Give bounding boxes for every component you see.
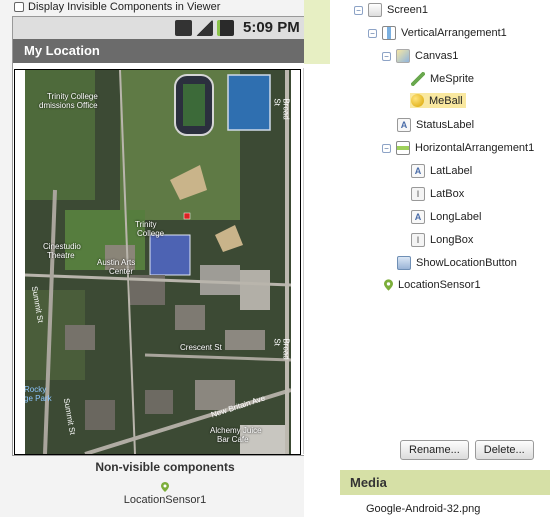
tree-item-horizontalarrangement1[interactable]: − HorizontalArrangement1: [382, 141, 534, 155]
label-icon: A: [397, 118, 411, 132]
phone-preview: 5:09 PM My Location Trinity College dmis…: [12, 16, 317, 456]
map-label: Rocky: [25, 385, 47, 394]
components-tree: − Screen1 − VerticalArrangement1 − Canva…: [340, 0, 550, 466]
delete-button[interactable]: Delete...: [474, 440, 534, 460]
status-time: 5:09 PM: [243, 19, 300, 36]
display-invisible-label: Display Invisible Components in Viewer: [28, 1, 221, 13]
nonvisible-components-title: Non-visible components: [95, 460, 235, 474]
map-label: dmissions Office: [39, 101, 98, 110]
tree-item-label: LatLabel: [430, 165, 473, 177]
ball-icon: [411, 94, 424, 107]
tree-actions: Rename... Delete...: [400, 440, 534, 460]
tree-item-verticalarrangement1[interactable]: − VerticalArrangement1: [368, 26, 507, 40]
tree-item-label: Screen1: [387, 4, 428, 16]
tree-item-screen1[interactable]: − Screen1: [354, 3, 428, 17]
map-background-image: Trinity College dmissions Office Trinity…: [25, 70, 291, 454]
collapse-toggle[interactable]: −: [382, 51, 391, 61]
signal-icon: [196, 20, 213, 36]
viewer-side-strip: [304, 0, 330, 517]
tree-item-longbox[interactable]: I LongBox: [411, 233, 473, 247]
nonvisible-location-sensor[interactable]: LocationSensor1: [0, 482, 330, 506]
textbox-icon: I: [411, 233, 425, 247]
collapse-toggle[interactable]: −: [382, 143, 391, 153]
tree-item-latlabel[interactable]: A LatLabel: [411, 164, 472, 178]
tree-item-label: HorizontalArrangement1: [415, 142, 535, 154]
media-file-item[interactable]: Google-Android-32.png: [366, 503, 480, 515]
viewer-panel: Display Invisible Components in Viewer 5…: [0, 0, 330, 517]
map-label: Trinity: [135, 220, 157, 229]
screen-title: My Location: [13, 39, 304, 63]
map-label: Alchemy Juice: [210, 426, 262, 435]
map-label: Trinity College: [47, 92, 98, 101]
tree-item-label: MeBall: [429, 94, 463, 107]
display-invisible-toggle[interactable]: Display Invisible Components in Viewer: [14, 1, 220, 13]
tree-item-meball[interactable]: MeBall: [410, 93, 466, 108]
map-label: Cinestudio: [43, 242, 81, 251]
map-label: ge Park: [25, 394, 52, 403]
media-header: Media: [340, 470, 550, 495]
nonvisible-item-label: LocationSensor1: [123, 494, 207, 506]
tree-item-label: LongLabel: [430, 211, 482, 223]
mesprite-marker: [183, 212, 191, 220]
tree-item-longlabel[interactable]: A LongLabel: [411, 210, 481, 224]
battery-icon: [217, 20, 234, 36]
map-label: Theatre: [47, 251, 75, 260]
location-pin-icon: [161, 482, 169, 492]
label-icon: A: [411, 164, 425, 178]
horizontal-arrangement-icon: [396, 141, 410, 155]
label-icon: A: [411, 210, 425, 224]
map-label: Center: [109, 267, 134, 276]
tree-item-latbox[interactable]: I LatBox: [411, 187, 464, 201]
tree-item-locationsensor1[interactable]: LocationSensor1: [384, 279, 481, 291]
display-invisible-checkbox[interactable]: [14, 2, 24, 12]
tree-item-statuslabel[interactable]: A StatusLabel: [397, 118, 474, 132]
tree-item-label: Canvas1: [415, 50, 459, 62]
tree-item-label: StatusLabel: [416, 119, 475, 131]
textbox-icon: I: [411, 187, 425, 201]
vertical-arrangement-icon: [382, 26, 396, 40]
rename-button[interactable]: Rename...: [400, 440, 469, 460]
tree-item-label: LocationSensor1: [398, 279, 481, 291]
tree-item-mesprite[interactable]: MeSprite: [411, 72, 474, 86]
map-label: Bar Cafe: [217, 435, 249, 444]
screen-icon: [368, 3, 382, 17]
collapse-toggle[interactable]: −: [368, 28, 377, 38]
sprite-icon: [411, 72, 425, 86]
map-label: Broad St: [272, 98, 291, 120]
canvas-icon: [396, 49, 410, 63]
collapse-toggle[interactable]: −: [354, 5, 363, 15]
map-label: College: [137, 229, 165, 238]
map-label: Crescent St: [180, 343, 222, 352]
tree-item-label: ShowLocationButton: [416, 257, 517, 269]
tree-item-canvas1[interactable]: − Canvas1: [382, 49, 458, 63]
tree-item-label: MeSprite: [430, 73, 475, 85]
button-icon: [397, 256, 411, 270]
tree-item-label: VerticalArrangement1: [401, 27, 507, 39]
tree-item-label: LatBox: [430, 188, 465, 200]
tree-item-showlocationbutton[interactable]: ShowLocationButton: [397, 256, 517, 270]
map-label: Austin Arts: [97, 258, 136, 267]
tree-item-label: LongBox: [430, 234, 474, 246]
canvas1-preview[interactable]: Trinity College dmissions Office Trinity…: [14, 69, 301, 455]
map-label: Broad St: [272, 338, 291, 360]
location-pin-icon: [384, 279, 393, 291]
gps-icon: [175, 20, 192, 36]
status-bar: 5:09 PM: [13, 17, 304, 39]
